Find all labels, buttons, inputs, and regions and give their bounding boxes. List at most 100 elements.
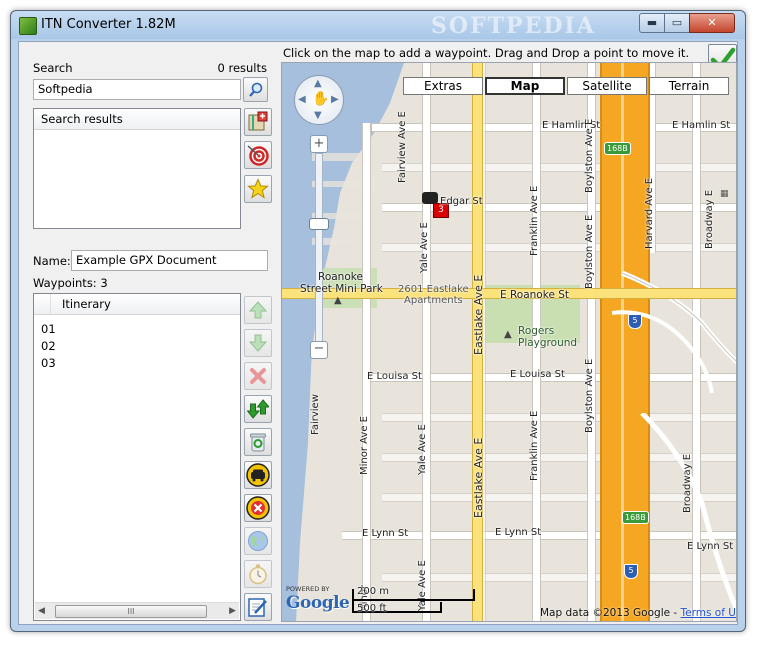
minimize-button[interactable]: ▬ xyxy=(639,13,665,33)
search-input[interactable]: Softpedia xyxy=(33,79,241,100)
magnifier-icon xyxy=(248,82,262,97)
label-fairview: Fairview xyxy=(310,394,321,435)
google-logo[interactable]: Google xyxy=(286,593,350,613)
zoom-slider-thumb[interactable] xyxy=(309,218,329,230)
softpedia-watermark: SOFTPEDIA xyxy=(431,13,596,39)
name-label: Name: xyxy=(33,254,71,268)
search-label: Search xyxy=(33,61,73,75)
label-e-hamlin: E Hamlin St xyxy=(672,120,731,131)
window-title: ITN Converter 1.82M xyxy=(41,17,176,32)
map-type-terrain[interactable]: Terrain xyxy=(649,77,729,95)
client-area: Search 0 results Softpedia Search result… xyxy=(18,41,738,625)
map-copyright: Map data ©2013 Google - Terms of Use xyxy=(540,607,736,619)
terms-of-use-link[interactable]: Terms of Use xyxy=(681,607,736,619)
pan-right-icon[interactable]: ▶ xyxy=(331,94,339,105)
label-boylston: Boylston Ave E xyxy=(584,358,595,433)
street-yale-ave xyxy=(422,63,431,621)
waypoints-label: Waypoints: 3 xyxy=(33,276,108,290)
timer-button[interactable] xyxy=(244,560,272,588)
edit-properties-button[interactable] xyxy=(244,593,272,621)
label-rogers: Rogers xyxy=(518,325,555,337)
search-results-count: 0 results xyxy=(217,61,268,75)
globe-icon xyxy=(248,531,268,551)
scroll-left-icon[interactable]: ◀ xyxy=(38,606,45,616)
label-yale: Yale Ave E xyxy=(417,560,428,611)
search-button[interactable] xyxy=(243,77,268,102)
target-button[interactable] xyxy=(244,141,272,169)
scale-bar-start xyxy=(352,589,354,613)
delete-icon xyxy=(250,368,266,384)
map-type-map[interactable]: Map xyxy=(485,77,565,95)
move-up-button[interactable] xyxy=(244,296,272,324)
pan-left-icon[interactable]: ◀ xyxy=(298,94,306,105)
move-down-button[interactable] xyxy=(244,329,272,357)
street-minor xyxy=(382,243,736,252)
map-instruction: Click on the map to add a waypoint. Drag… xyxy=(283,46,690,60)
map-view[interactable]: Extras Map Satellite Terrain ▲ ▼ ◀ ▶ ✋ +… xyxy=(281,62,737,622)
horizontal-scrollbar[interactable]: ◀ III ▶ xyxy=(35,602,239,619)
add-to-itinerary-button[interactable] xyxy=(244,108,272,136)
zoom-in-button[interactable]: + xyxy=(310,135,328,153)
label-eastlake: Eastlake Ave E xyxy=(472,437,485,518)
scroll-right-icon[interactable]: ▶ xyxy=(229,606,236,616)
label-roanoke-park: Street Mini Park xyxy=(300,283,383,295)
label-broadway: Broadway E xyxy=(682,453,693,513)
stopwatch-icon xyxy=(249,564,267,585)
label-e-lynn: E Lynn St xyxy=(362,528,409,539)
star-icon xyxy=(247,178,269,199)
park-tree-icon: ▲ xyxy=(334,295,342,306)
poi-icon: ▦ xyxy=(720,189,729,199)
list-item[interactable]: 02 xyxy=(41,339,56,353)
label-fairview: Fairview Ave E xyxy=(397,111,408,183)
route-shield-168b: 168B xyxy=(604,142,631,155)
list-item[interactable]: 03 xyxy=(41,356,56,370)
pan-control[interactable]: ▲ ▼ ◀ ▶ ✋ xyxy=(294,75,344,125)
scale-bar-imperial-end xyxy=(440,602,442,613)
search-results-header-label: Search results xyxy=(41,112,123,126)
label-apartments: 2601 Eastlake xyxy=(398,284,469,295)
scale-imperial-label: 500 ft xyxy=(357,603,387,614)
itinerary-header[interactable]: Itinerary xyxy=(34,294,240,315)
list-item[interactable]: 01 xyxy=(41,322,56,336)
car-icon xyxy=(246,463,270,487)
reverse-order-button[interactable] xyxy=(244,395,272,423)
itinerary-list[interactable]: Itinerary 01 02 03 ◀ III ▶ xyxy=(33,293,241,621)
label-eastlake: Eastlake Ave E xyxy=(472,274,485,355)
scroll-thumb[interactable]: III xyxy=(55,605,207,618)
globe-button[interactable] xyxy=(244,527,272,555)
edit-icon xyxy=(248,598,267,617)
favorite-button[interactable] xyxy=(244,175,272,203)
remove-route-button[interactable] xyxy=(244,494,272,522)
car-route-button[interactable] xyxy=(244,461,272,489)
label-e-louisa: E Louisa St xyxy=(367,371,422,382)
zoom-track[interactable] xyxy=(315,153,323,355)
label-broadway: Broadway E xyxy=(704,189,715,249)
clear-all-button[interactable] xyxy=(244,428,272,456)
search-results-list[interactable]: Search results xyxy=(33,108,241,229)
reverse-arrows-icon xyxy=(247,399,269,419)
delete-waypoint-button[interactable] xyxy=(244,362,272,390)
maximize-button[interactable]: ▭ xyxy=(664,13,690,33)
search-results-header[interactable]: Search results xyxy=(34,109,240,130)
app-window: ITN Converter 1.82M SOFTPEDIA ▬ ▭ ✕ Sear… xyxy=(10,10,746,632)
pan-up-icon[interactable]: ▲ xyxy=(314,78,322,89)
app-icon xyxy=(19,17,37,35)
close-button[interactable]: ✕ xyxy=(689,13,735,33)
title-bar[interactable]: ITN Converter 1.82M SOFTPEDIA ▬ ▭ ✕ xyxy=(11,11,745,39)
label-edgar: Edgar St xyxy=(440,196,483,207)
hand-icon: ✋ xyxy=(312,91,330,107)
map-type-extras[interactable]: Extras xyxy=(403,77,483,95)
label-apartments: Apartments xyxy=(404,295,463,306)
label-boylston: Boylston Ave E xyxy=(584,214,595,289)
label-roanoke-park: Roanoke xyxy=(318,271,363,283)
label-e-lynn: E Lynn St xyxy=(687,541,734,552)
pan-down-icon[interactable]: ▼ xyxy=(314,110,322,121)
label-minor: Minor Ave E xyxy=(359,416,370,475)
scale-bar-end xyxy=(473,589,475,600)
label-harvard: Harvard Ave E xyxy=(644,177,655,249)
zoom-out-button[interactable]: − xyxy=(310,341,328,359)
scale-metric-label: 200 m xyxy=(357,586,390,597)
label-boylston: Boylston Ave E xyxy=(584,118,595,193)
document-name-input[interactable]: Example GPX Document xyxy=(71,250,268,271)
map-type-satellite[interactable]: Satellite xyxy=(567,77,647,95)
